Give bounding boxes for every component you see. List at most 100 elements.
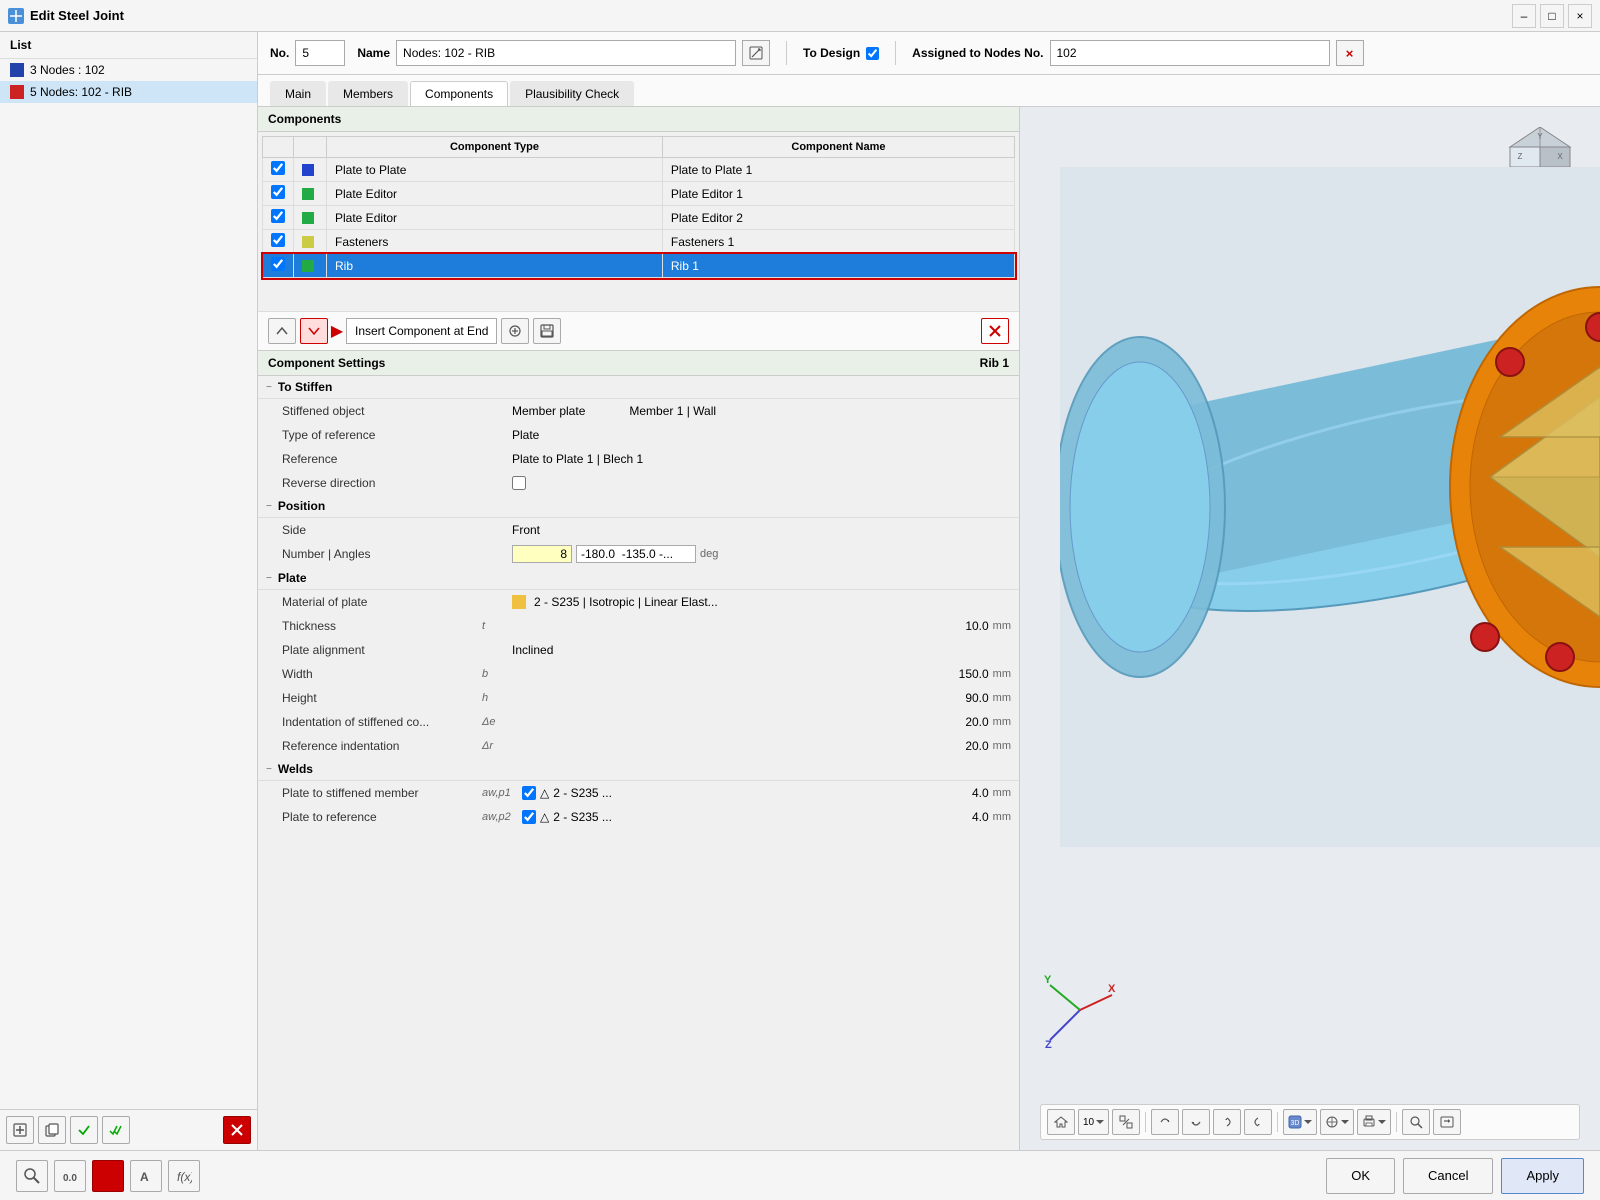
to-design-checkbox[interactable] [866,47,879,60]
left-content-panel: Components Component Type Component Name [258,107,1020,1150]
comp-check-2[interactable] [271,209,285,223]
tab-bar: Main Members Components Plausibility Che… [258,75,1600,107]
check-button[interactable] [70,1116,98,1144]
3d-viewport[interactable]: Y X Z [1020,107,1600,1150]
prop-label-side: Side [282,523,482,537]
comp-check-3[interactable] [271,233,285,247]
prop-label-height: Height [282,691,482,705]
edit-name-button[interactable] [742,40,770,66]
weld-ref-check[interactable] [522,810,536,824]
maximize-button[interactable]: □ [1540,4,1564,28]
table-row[interactable]: Plate to Plate Plate to Plate 1 [263,158,1015,182]
assigned-nodes-label: Assigned to Nodes No. [912,46,1043,60]
rotate-z-plus-button[interactable] [1213,1109,1241,1135]
rotate-z-minus-button[interactable] [1244,1109,1272,1135]
prop-reverse-direction: Reverse direction [258,471,1019,495]
rotate-y-minus-button[interactable] [1182,1109,1210,1135]
tab-components[interactable]: Components [410,81,508,106]
table-row[interactable]: Plate Editor Plate Editor 1 [263,182,1015,206]
prop-weld-member: Plate to stiffened member aw,p1 △ 2 - S2… [258,781,1019,805]
collapse-icon-plate: − [266,573,272,584]
main-container: List 3 Nodes : 102 5 Nodes: 102 - RIB [0,32,1600,1150]
view-render-button[interactable]: 3D [1283,1109,1317,1135]
table-row[interactable]: Plate Editor Plate Editor 2 [263,206,1015,230]
label-button[interactable]: A [130,1160,162,1192]
red-marker-button[interactable] [92,1160,124,1192]
cancel-button[interactable]: Cancel [1403,1158,1493,1194]
reverse-direction-checkbox[interactable] [512,476,526,490]
prop-plate-alignment: Plate alignment Inclined [258,638,1019,662]
indentation-unit: mm [993,716,1011,728]
close-button[interactable]: × [1568,4,1592,28]
minimize-button[interactable]: – [1512,4,1536,28]
view-home-button[interactable] [1047,1109,1075,1135]
move-up-button[interactable] [268,318,296,344]
list-item-selected[interactable]: 5 Nodes: 102 - RIB [0,81,257,103]
prop-val-indentation: 20.0 [939,715,989,729]
ok-button[interactable]: OK [1326,1158,1395,1194]
table-row-selected[interactable]: Rib Rib 1 [263,254,1015,278]
angles-value-input[interactable] [576,545,696,563]
group-position[interactable]: − Position [258,495,1019,518]
insert-component-button[interactable]: Insert Component at End [346,318,497,344]
col-color [294,137,327,158]
check2-button[interactable] [102,1116,130,1144]
weld-ref-icon: △ [540,810,549,824]
clear-nodes-button[interactable]: × [1336,40,1364,66]
list-item[interactable]: 3 Nodes : 102 [0,59,257,81]
view-display-button[interactable] [1320,1109,1354,1135]
import-button[interactable] [501,318,529,344]
apply-button[interactable]: Apply [1501,1158,1584,1194]
comp-check-1[interactable] [271,185,285,199]
rotate-y-plus-button[interactable] [1151,1109,1179,1135]
dimension-bottom-button[interactable]: 0.0 [54,1160,86,1192]
weld-member-icon: △ [540,786,549,800]
list-item-color [10,63,24,77]
search-bottom-button[interactable] [16,1160,48,1192]
no-input[interactable] [295,40,345,66]
weld-member-check[interactable] [522,786,536,800]
delete-joint-button[interactable] [223,1116,251,1144]
view-search-button[interactable] [1402,1109,1430,1135]
view-export-button[interactable] [1433,1109,1461,1135]
name-input[interactable] [396,40,736,66]
tab-main[interactable]: Main [270,81,326,106]
indentation-symbol: Δe [482,716,512,728]
weld-member-unit: mm [993,787,1011,799]
weld-member-material: 2 - S235 ... [553,786,612,800]
no-label: No. [270,46,289,60]
material-color-swatch [512,595,526,609]
group-to-stiffen[interactable]: − To Stiffen [258,376,1019,399]
add-joint-button[interactable] [6,1116,34,1144]
width-unit: mm [993,668,1011,680]
formula-button[interactable]: f(x) [168,1160,200,1192]
group-title-position: Position [278,499,325,513]
delete-component-button[interactable] [981,318,1009,344]
group-welds[interactable]: − Welds [258,758,1019,781]
component-settings-header: Component Settings Rib 1 [258,351,1019,376]
tab-members[interactable]: Members [328,81,408,106]
table-row[interactable]: Fasteners Fasteners 1 [263,230,1015,254]
copy-joint-button[interactable] [38,1116,66,1144]
angles-number-input[interactable] [512,545,572,563]
weld-ref-unit: mm [993,811,1011,823]
assigned-nodes-input[interactable] [1050,40,1330,66]
tab-plausibility[interactable]: Plausibility Check [510,81,634,106]
angles-unit: deg [700,548,718,560]
view-print-button[interactable] [1357,1109,1391,1135]
view-scale-button[interactable]: 10 [1078,1109,1109,1135]
prop-val-height: 90.0 [939,691,989,705]
prop-type-reference: Type of reference Plate [258,423,1019,447]
group-plate[interactable]: − Plate [258,567,1019,590]
prop-label-alignment: Plate alignment [282,643,482,657]
comp-check-0[interactable] [271,161,285,175]
comp-name-2: Plate Editor 2 [662,206,1014,230]
move-down-button[interactable] [300,318,328,344]
view-fit-button[interactable] [1112,1109,1140,1135]
prop-label-indentation: Indentation of stiffened co... [282,715,482,729]
no-field-group: No. [270,40,345,66]
prop-val-thickness: 10.0 [939,619,989,633]
save-component-button[interactable] [533,318,561,344]
comp-check-4[interactable] [271,257,285,271]
col-check [263,137,294,158]
